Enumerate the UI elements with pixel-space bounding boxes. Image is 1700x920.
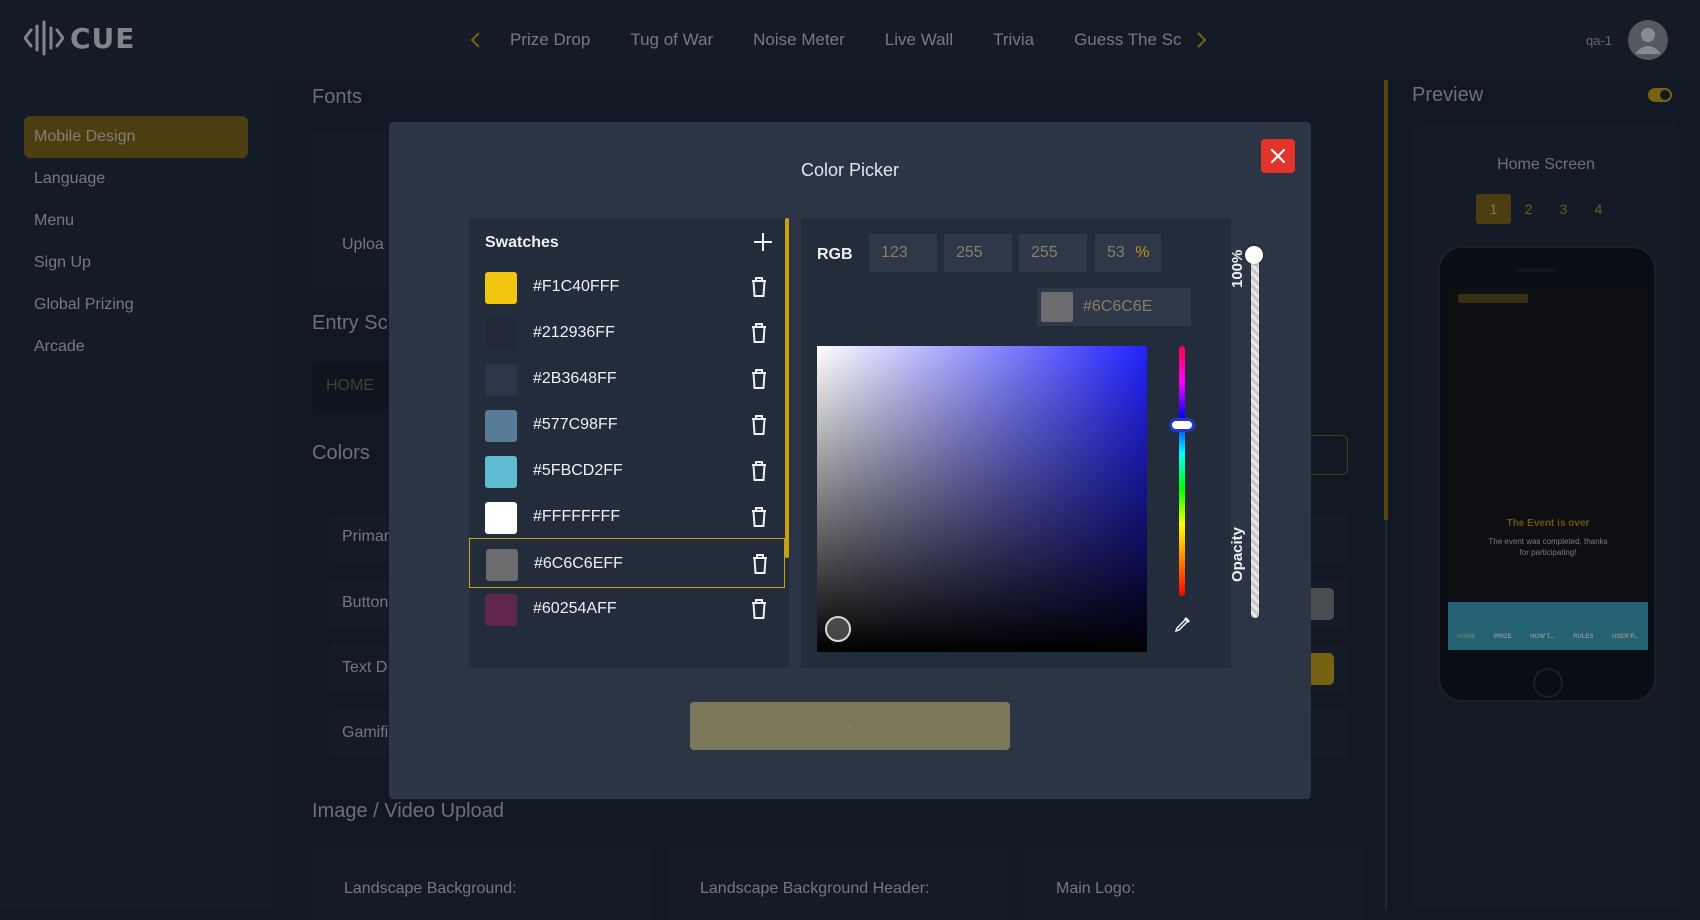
saturation-handle[interactable] xyxy=(825,616,851,642)
swatch-row[interactable]: #577C98FF xyxy=(469,400,785,450)
saturation-value-area[interactable] xyxy=(817,346,1147,652)
trash-icon[interactable] xyxy=(749,505,769,529)
swatch-hex-label: #5FBCD2FF xyxy=(533,462,623,479)
swatch-hex-label: #FFFFFFFF xyxy=(533,508,621,525)
trash-icon[interactable] xyxy=(749,597,769,621)
trash-icon[interactable] xyxy=(749,459,769,483)
swatch-row[interactable]: #F1C40FFF xyxy=(469,262,785,312)
color-mode-label[interactable]: RGB xyxy=(817,246,853,264)
swatch-scrollbar[interactable] xyxy=(785,218,789,558)
modal-title: Color Picker xyxy=(800,160,900,180)
swatch-color-chip xyxy=(485,456,517,488)
swatch-hex-label: #60254AFF xyxy=(533,600,617,617)
swatch-color-chip xyxy=(485,272,517,304)
trash-icon[interactable] xyxy=(749,275,769,299)
swatch-color-chip xyxy=(485,502,517,534)
picker-panel: RGB 123 255 255 53 % #6C6C6E xyxy=(801,218,1231,668)
swatch-hex-label: #577C98FF xyxy=(533,416,618,433)
alpha-input[interactable]: 53 % xyxy=(1095,234,1161,272)
opacity-handle[interactable] xyxy=(1245,246,1263,264)
swatches-panel: Swatches #F1C40FFF #212936FF #2B3648FF #577… xyxy=(469,218,789,668)
swatch-row[interactable]: #FFFFFFFF xyxy=(469,492,785,542)
trash-icon[interactable] xyxy=(749,413,769,437)
swatch-row[interactable]: #6C6C6EFF xyxy=(469,538,785,588)
swatch-row[interactable]: #2B3648FF xyxy=(469,354,785,404)
swatch-hex-label: #212936FF xyxy=(533,324,615,341)
close-button[interactable] xyxy=(1261,139,1295,173)
swatch-row[interactable]: #5FBCD2FF xyxy=(469,446,785,496)
trash-icon[interactable] xyxy=(749,321,769,345)
opacity-value: 100% xyxy=(1229,249,1246,288)
swatch-color-chip xyxy=(486,549,518,581)
red-input[interactable]: 123 xyxy=(869,234,937,272)
swatch-hex-label: #6C6C6EFF xyxy=(534,555,623,572)
hue-slider[interactable] xyxy=(1179,346,1185,596)
close-icon xyxy=(1270,148,1286,164)
hue-handle[interactable] xyxy=(1169,418,1195,432)
hex-input[interactable]: #6C6C6E xyxy=(1037,288,1191,326)
hex-color-preview xyxy=(1041,292,1073,322)
confirm-button[interactable]: . xyxy=(690,702,1010,750)
green-input[interactable]: 255 xyxy=(944,234,1012,272)
swatch-color-chip xyxy=(485,594,517,626)
swatch-color-chip xyxy=(485,318,517,350)
color-picker-modal: Color Picker Swatches #F1C40FFF #212936FF… xyxy=(389,122,1311,799)
swatch-color-chip xyxy=(485,410,517,442)
swatches-heading: Swatches xyxy=(485,234,559,251)
alpha-unit: % xyxy=(1135,244,1150,261)
eyedropper-icon[interactable] xyxy=(1173,614,1193,634)
plus-icon xyxy=(754,233,772,251)
trash-icon[interactable] xyxy=(749,367,769,391)
opacity-label: Opacity xyxy=(1229,526,1246,582)
hex-value: #6C6C6E xyxy=(1083,298,1153,315)
alpha-value: 53 xyxy=(1107,244,1125,261)
swatch-row[interactable]: #212936FF xyxy=(469,308,785,358)
swatch-hex-label: #F1C40FFF xyxy=(533,278,620,295)
swatch-row[interactable]: #60254AFF xyxy=(469,584,785,634)
trash-icon[interactable] xyxy=(750,552,770,576)
swatch-hex-label: #2B3648FF xyxy=(533,370,617,387)
opacity-slider[interactable] xyxy=(1251,250,1259,618)
swatch-color-chip xyxy=(485,364,517,396)
blue-input[interactable]: 255 xyxy=(1019,234,1087,272)
add-swatch-button[interactable] xyxy=(749,228,777,256)
